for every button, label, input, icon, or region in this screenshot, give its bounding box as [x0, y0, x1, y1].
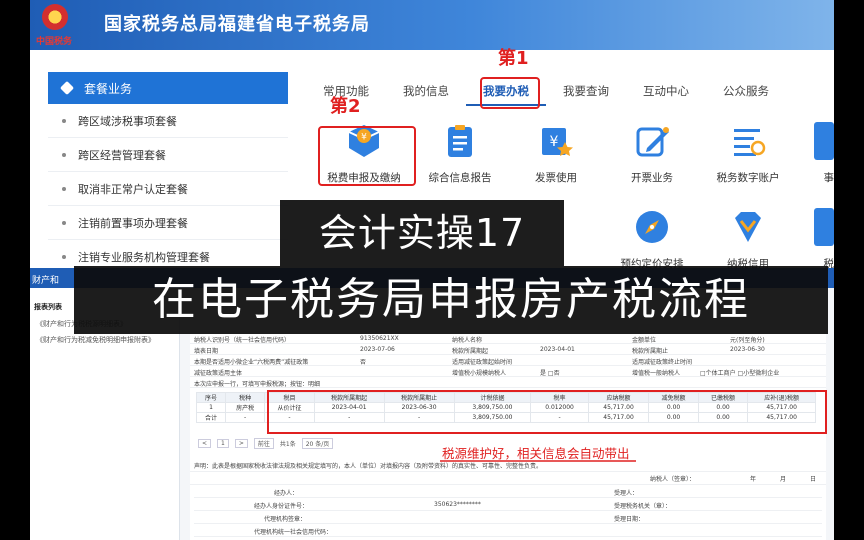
tab-public-service[interactable]: 公众服务 [706, 78, 786, 106]
page-number[interactable]: 1 [217, 439, 229, 448]
bullet-icon [62, 186, 66, 191]
tax-emblem-icon [42, 4, 68, 30]
service-invoicing[interactable]: 开票业务 [602, 122, 702, 185]
logo-text: 中国税务 [36, 37, 73, 47]
sidebar-header[interactable]: 套餐业务 [48, 72, 288, 104]
info-row: 纳税人识别号（统一社会信用代码） 91350621XX 纳税人名称 金额单位 元… [190, 334, 826, 344]
table-highlight [267, 390, 827, 434]
bullet-icon [62, 152, 66, 157]
edit-invoice-icon [633, 122, 671, 160]
invoice-icon: ¥ [537, 122, 575, 160]
service-more-2[interactable]: 税 [794, 208, 834, 271]
table-pager: < 1 > 前往 共1条 20 条/页 [198, 438, 334, 449]
video-title-line2: 在电子税务局申报房产税流程 [74, 266, 828, 334]
info-row: 本期是否适用小微企业“六税两费”减征政策 否 适用减征政策起始时间 适用减征政策… [190, 356, 826, 366]
sidebar-item-deregister-pre[interactable]: 注销前置事项办理套餐 [48, 206, 288, 240]
tab-query[interactable]: 我要查询 [546, 78, 626, 106]
sign-row: 经办人： 受理人： [194, 486, 822, 498]
next-page-button[interactable]: > [234, 439, 248, 448]
service-pricing[interactable]: 预约定价安排 [602, 208, 702, 271]
step1-label: 第1 [498, 48, 529, 69]
info-row: 减征政策适用主体 增值税小规模纳税人 是 □否 增值税一般纳税人 □个体工商户 … [190, 367, 826, 377]
note-underline [440, 460, 636, 462]
tab-my-info[interactable]: 我的信息 [386, 78, 466, 106]
service-info-report[interactable]: 综合信息报告 [410, 122, 510, 185]
sign-row: 代理机构签章： 受理日期： [194, 512, 822, 524]
step2-highlight [318, 126, 416, 186]
more-icon [814, 122, 834, 160]
sidebar-item-cross-operation[interactable]: 跨区经营管理套餐 [48, 138, 288, 172]
report-list-item[interactable]: 《财产和行为税减免税明细申报附表》 [30, 332, 179, 348]
screenshot-stage: 中国税务 国家税务总局福建省电子税务局 套餐业务 跨区域涉税事项套餐 跨区经营管… [30, 0, 834, 540]
credit-icon [729, 208, 767, 246]
table-caption: 本次应申报一行，可填写申报税源；按钮：明细 [190, 378, 826, 388]
bullet-icon [62, 118, 66, 123]
page-size-select[interactable]: 20 条/页 [301, 438, 334, 449]
prev-page-button[interactable]: < [198, 439, 212, 448]
service-digital-account[interactable]: 税务数字账户 [698, 122, 798, 185]
bullet-icon [62, 220, 66, 225]
site-header: 中国税务 国家税务总局福建省电子税务局 [30, 0, 834, 50]
site-title: 国家税务总局福建省电子税务局 [104, 14, 370, 35]
sign-row: 代理机构统一社会信用代码： [194, 525, 822, 537]
sign-row: 经办人身份证件号： 350623******** 受理税务机关（章）： [194, 499, 822, 511]
return-form: 纳税人识别号（统一社会信用代码） 91350621XX 纳税人名称 金额单位 元… [190, 334, 826, 540]
sidebar-title: 套餐业务 [84, 81, 133, 96]
sidebar-item-cross-region[interactable]: 跨区域涉税事项套餐 [48, 104, 288, 138]
service-invoice-use[interactable]: ¥ 发票使用 [506, 122, 606, 185]
report-icon [441, 122, 479, 160]
step1-highlight [480, 77, 540, 109]
package-sidebar: 套餐业务 跨区域涉税事项套餐 跨区经营管理套餐 取消非正常户认定套餐 注销前置事… [48, 72, 288, 274]
digital-account-icon [729, 122, 767, 160]
video-title-line1: 会计实操17 [280, 200, 564, 266]
compass-icon [633, 208, 671, 246]
bullet-icon [62, 254, 66, 259]
record-count: 共1条 [279, 441, 296, 448]
more-icon [814, 208, 834, 246]
step2-label: 第2 [330, 96, 361, 117]
goto-button[interactable]: 前往 [253, 438, 274, 449]
sidebar-item-cancel-abnormal[interactable]: 取消非正常户认定套餐 [48, 172, 288, 206]
info-row: 填表日期 2023-07-06 税款所属期起 2023-04-01 税款所属期止… [190, 345, 826, 355]
tab-interaction[interactable]: 互动中心 [626, 78, 706, 106]
service-more[interactable]: 事 [794, 122, 834, 185]
main-nav: 常用功能 我的信息 我要办税 我要查询 互动中心 公众服务 [306, 78, 786, 106]
package-icon [59, 80, 75, 96]
service-credit[interactable]: 纳税信用 [698, 208, 798, 271]
signature-row: 纳税人（签章）： 年 月 日 [190, 473, 826, 485]
